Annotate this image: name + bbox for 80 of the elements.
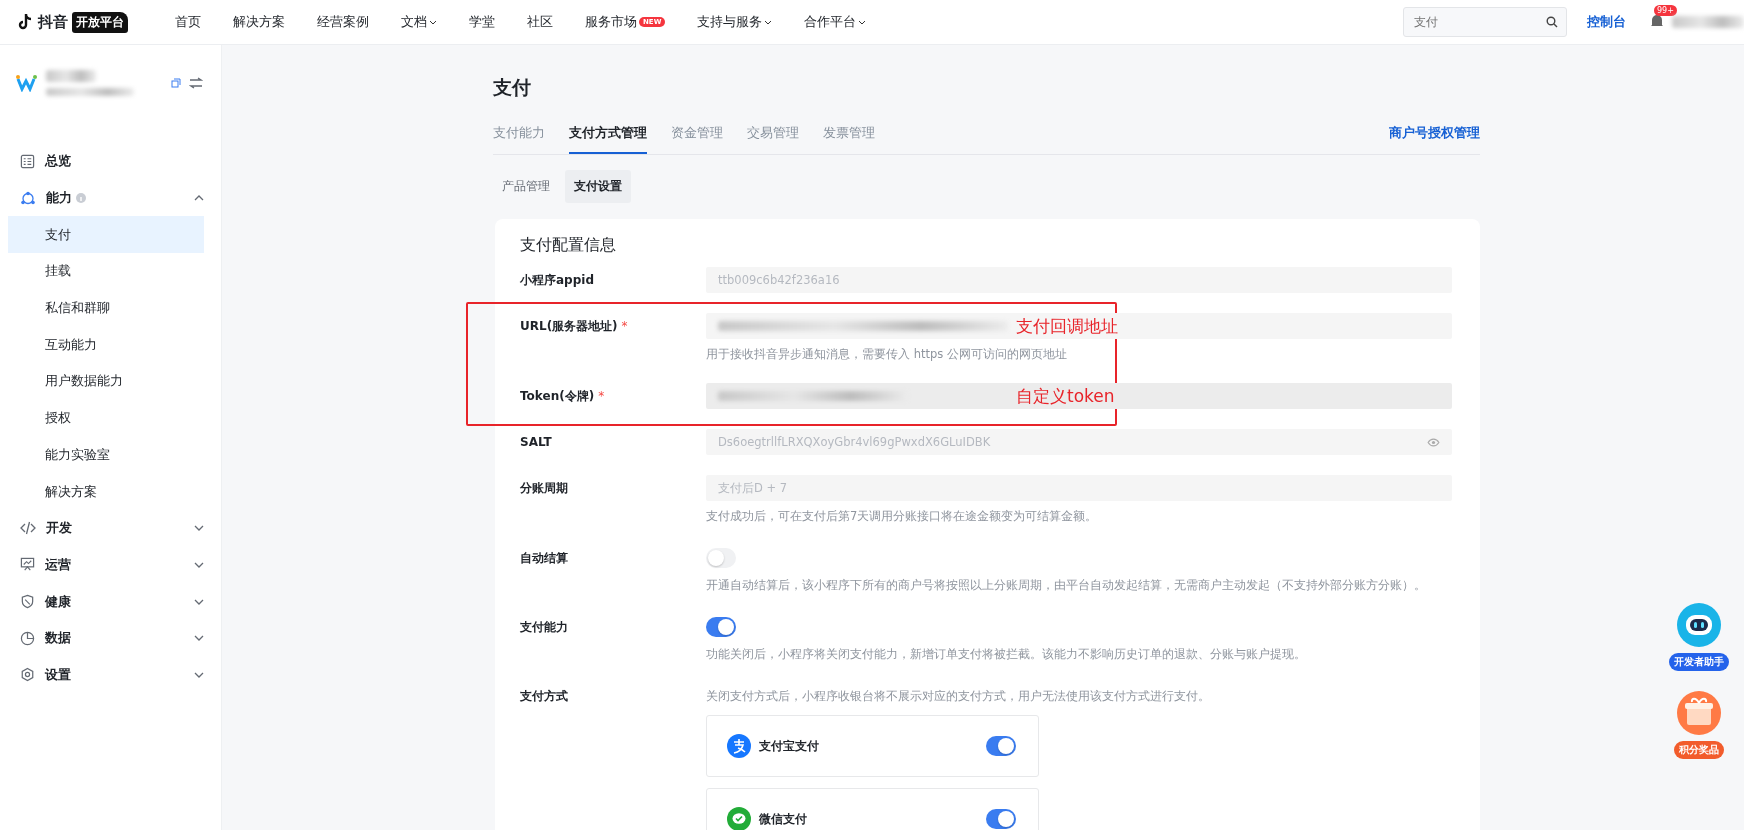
search-field[interactable]: 支付	[1403, 7, 1567, 37]
sidebar-item[interactable]: 总览	[0, 143, 221, 180]
sidebar-subitem[interactable]: 挂载	[8, 253, 204, 290]
floating-label: 开发者助手	[1669, 653, 1729, 671]
nav-link[interactable]: 社区	[527, 13, 553, 31]
list-icon	[20, 153, 35, 169]
blurred-user-name	[1672, 16, 1744, 28]
sidebar-subitem[interactable]: 授权	[8, 399, 204, 437]
notification-badge: 99+	[1654, 5, 1677, 16]
sidebar-item[interactable]: 开发	[0, 509, 221, 547]
field-label: 分账周期	[520, 480, 569, 497]
toggle-switch[interactable]	[706, 617, 736, 637]
nav-link[interactable]: 支持与服务	[697, 13, 773, 31]
nav-link[interactable]: 解决方案	[233, 13, 285, 31]
floating-label: 积分奖品	[1674, 741, 1724, 759]
sidebar-subitem[interactable]: 支付	[8, 216, 204, 254]
sidebar-item[interactable]: 设置	[0, 656, 221, 694]
search-icon	[1546, 16, 1558, 28]
brand-badge: 开放平台	[72, 11, 128, 33]
gift-icon[interactable]	[1675, 689, 1723, 737]
nav-link[interactable]: 首页	[175, 13, 201, 31]
settings-icon	[20, 667, 35, 683]
tab[interactable]: 支付方式管理	[569, 125, 647, 154]
robot-icon[interactable]	[1675, 601, 1723, 649]
music-note-logo-icon	[18, 13, 34, 31]
toggle-switch[interactable]	[986, 736, 1016, 756]
network-icon	[20, 190, 36, 206]
search-input[interactable]: 支付	[1412, 14, 1546, 30]
sidebar-item[interactable]: 运营	[0, 546, 221, 584]
sidebar-subitem[interactable]: 能力实验室	[8, 436, 204, 474]
payment-method-name: 支付宝支付	[759, 737, 820, 755]
annotation-text: 自定义token	[1016, 384, 1115, 408]
sub-tab[interactable]: 产品管理	[493, 170, 559, 203]
input-field[interactable]: 支付回调地址	[706, 313, 1452, 339]
toggle-switch[interactable]	[706, 548, 736, 568]
pie-chart-icon	[20, 630, 35, 646]
presentation-chart-icon	[20, 557, 35, 573]
field-label: Token(令牌) *	[520, 388, 606, 405]
console-link[interactable]: 控制台	[1587, 13, 1626, 31]
merchant-auth-link[interactable]: 商户号授权管理	[1389, 125, 1480, 154]
bell-icon[interactable]	[1650, 13, 1664, 29]
payment-method-name: 微信支付	[759, 810, 808, 828]
toggle-switch[interactable]	[986, 809, 1016, 829]
field-label: 支付方式	[520, 688, 569, 705]
hint-text: 支付成功后，可在支付后第7天调用分账接口将在途金额变为可结算金额。	[706, 508, 1099, 525]
sidebar-item[interactable]: 能力	[0, 179, 221, 217]
brand-name: 抖音	[38, 12, 68, 32]
shield-icon	[20, 594, 35, 610]
sidebar-subitem[interactable]: 互动能力	[8, 326, 204, 364]
sidebar-item[interactable]: 数据	[0, 619, 221, 657]
sidebar-subitem[interactable]: 用户数据能力	[8, 363, 204, 400]
code-icon	[20, 521, 36, 536]
switch-icon[interactable]	[189, 77, 203, 89]
sidebar-subitem[interactable]: 解决方案	[8, 473, 204, 510]
blurred-app-name	[46, 70, 96, 82]
hint-text: 功能关闭后，小程序将关闭支付能力，新增订单支付将被拦截。该能力不影响历史订单的退款、分账与账户提现。	[706, 646, 1307, 663]
field-label: URL(服务器地址) *	[520, 318, 629, 335]
hint-text: 开通自动结算后，该小程序下所有的商户号将按照以上分账周期，由平台自动发起结算，无需商户主动发起（不支持外部分账方分账）。	[706, 577, 1427, 594]
field-label: 小程序appid	[520, 272, 595, 289]
chevron-down-icon	[858, 18, 867, 26]
app-logo-icon	[16, 74, 38, 92]
chevron-down-icon	[764, 18, 773, 26]
copy-icon[interactable]	[171, 78, 181, 88]
page-title: 支付	[493, 75, 532, 100]
field-label: 支付能力	[520, 619, 569, 636]
nav-link[interactable]: 文档	[401, 13, 437, 31]
field-label: 自动结算	[520, 550, 569, 567]
nav-link[interactable]: 合作平台	[804, 13, 867, 31]
field-label: SALT	[520, 434, 553, 451]
nav-link[interactable]: 经营案例	[317, 13, 369, 31]
sub-tab[interactable]: 支付设置	[565, 170, 631, 203]
sidebar-item[interactable]: 健康	[0, 583, 221, 620]
hint-text: 用于接收抖音异步通知消息，需要传入 https 公网可访问的网页地址	[706, 346, 1068, 363]
annotation-text: 支付回调地址	[1016, 314, 1118, 338]
sidebar-subitem[interactable]: 私信和群聊	[8, 289, 204, 327]
card-title: 支付配置信息	[520, 235, 617, 256]
input-field[interactable]: 自定义token	[706, 383, 1452, 409]
hint-text: 关闭支付方式后，小程序收银台将不展示对应的支付方式，用户无法使用该支付方式进行支付。	[706, 688, 1211, 705]
chevron-down-icon	[429, 18, 437, 26]
nav-link[interactable]: 学堂	[469, 13, 495, 31]
